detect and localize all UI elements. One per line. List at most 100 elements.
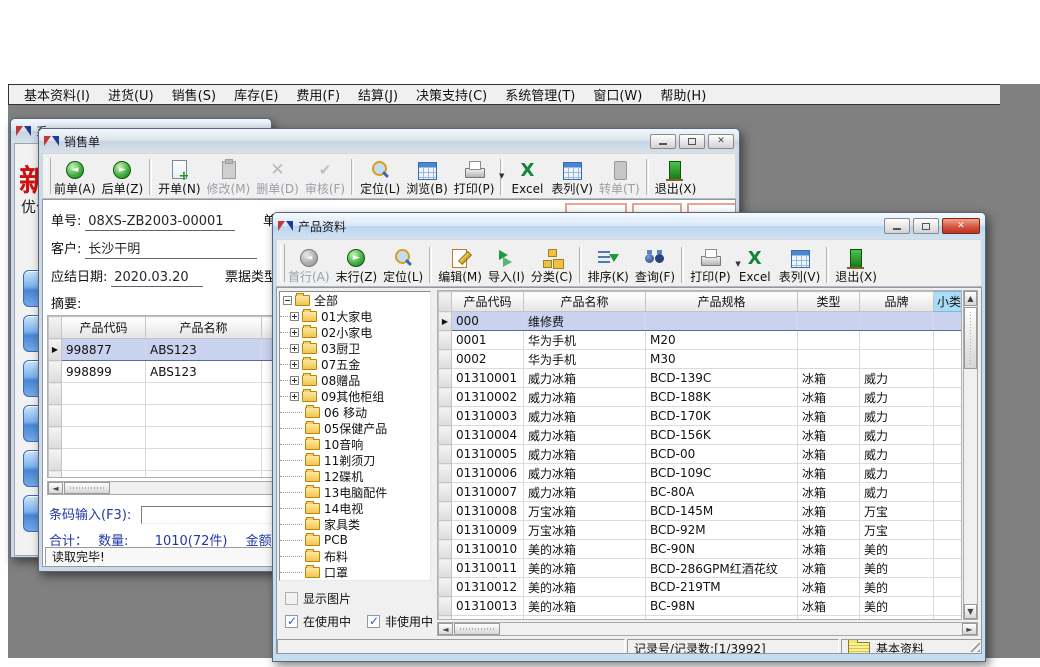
table-row[interactable]: 01310007威力冰箱BC-80A冰箱威力 (439, 483, 962, 502)
table-row[interactable]: 0002华为手机M30 (439, 350, 962, 369)
tree-item[interactable]: 家具类 (280, 516, 430, 532)
menu-item[interactable]: 决策支持(C) (407, 85, 496, 104)
close-button[interactable]: ✕ (708, 134, 734, 149)
tree-item[interactable]: 布料 (280, 548, 430, 564)
menu-item[interactable]: 基本资料(I) (15, 85, 99, 104)
minimize-button[interactable] (884, 218, 910, 234)
order-no-value[interactable]: 08XS-ZB2003-00001 (85, 214, 235, 231)
filter-show-image[interactable]: 显示图片 (285, 590, 351, 607)
tree-item[interactable]: 10音响 (280, 436, 430, 452)
table-row[interactable]: 01310006威力冰箱BCD-109C冰箱威力 (439, 464, 962, 483)
column-header[interactable]: 小类 (934, 292, 962, 312)
column-header[interactable]: 类型 (798, 292, 860, 312)
menu-item[interactable]: 进货(U) (99, 85, 163, 104)
tree-item[interactable]: PCB (280, 532, 430, 548)
checkbox-icon[interactable] (367, 615, 380, 628)
dropdown-arrow-icon[interactable]: ▼ (499, 172, 504, 180)
tree-item[interactable]: 14电视 (280, 500, 430, 516)
new-order-button[interactable]: 开单(N) (155, 158, 203, 197)
product-vertical-scrollbar[interactable]: ▲ ▼ (963, 290, 978, 620)
table-row[interactable]: 01310013美的冰箱BC-98N冰箱美的 (439, 597, 962, 616)
expand-icon[interactable] (290, 360, 299, 369)
tree-item[interactable]: 口罩 (280, 564, 430, 580)
excel-button[interactable]: Excel (734, 246, 776, 285)
classify-button[interactable]: 分类(C) (528, 246, 576, 285)
edit-button[interactable]: 编辑(M) (435, 246, 485, 285)
tree-item[interactable]: 全部 (280, 292, 430, 308)
tree-item[interactable]: 08赠品 (280, 372, 430, 388)
table-row[interactable]: 01310010美的冰箱BC-90N冰箱美的 (439, 540, 962, 559)
column-header[interactable]: 产品规格 (646, 292, 798, 312)
query-button[interactable]: 查询(F) (632, 246, 678, 285)
expand-icon[interactable] (290, 328, 299, 337)
columns-button[interactable]: 表列(V) (776, 246, 824, 285)
tree-item[interactable]: 01大家电 (280, 308, 430, 324)
exit-button[interactable]: 退出(X) (652, 158, 700, 197)
import-button[interactable]: 导入(I) (485, 246, 528, 285)
sort-button[interactable]: 排序(K) (585, 246, 632, 285)
scroll-thumb[interactable] (964, 307, 977, 369)
menu-item[interactable]: 结算(J) (349, 85, 407, 104)
tree-item[interactable]: 13电脑配件 (280, 484, 430, 500)
menu-item[interactable]: 系统管理(T) (496, 85, 584, 104)
column-header[interactable]: 产品代码 (452, 292, 524, 312)
tree-item[interactable]: 06 移动 (280, 404, 430, 420)
browse-button[interactable]: 浏览(B) (403, 158, 451, 197)
excel-button[interactable]: Excel (506, 158, 548, 197)
tree-item[interactable]: 02小家电 (280, 324, 430, 340)
collapse-icon[interactable] (283, 296, 292, 305)
minimize-button[interactable] (650, 134, 676, 149)
prev-order-button[interactable]: 前单(A) (51, 158, 99, 197)
filter-in-use[interactable]: 在使用中 (285, 613, 351, 630)
restore-button[interactable] (679, 134, 705, 149)
tree-item[interactable]: 12碟机 (280, 468, 430, 484)
checkbox-icon[interactable] (285, 615, 298, 628)
last-row-button[interactable]: 末行(Z) (333, 246, 381, 285)
table-row[interactable]: 01310012美的冰箱BCD-219TM冰箱美的 (439, 578, 962, 597)
expand-icon[interactable] (290, 392, 299, 401)
tree-item[interactable]: 05保健产品 (280, 420, 430, 436)
close-button[interactable]: ✕ (942, 218, 980, 234)
scroll-thumb[interactable] (454, 623, 500, 635)
scroll-down-icon[interactable]: ▼ (964, 604, 977, 619)
table-row[interactable]: 01310001威力冰箱BCD-139C冰箱威力 (439, 369, 962, 388)
tree-item[interactable]: 11剃须刀 (280, 452, 430, 468)
column-header[interactable]: 产品名称 (524, 292, 646, 312)
customer-value[interactable]: 长沙干明 (85, 238, 257, 259)
menu-item[interactable]: 库存(E) (225, 85, 287, 104)
tree-item[interactable]: 07五金 (280, 356, 430, 372)
column-header[interactable]: 产品代码 (62, 317, 146, 339)
table-row[interactable]: 01310005威力冰箱BCD-00冰箱威力 (439, 445, 962, 464)
menu-item[interactable]: 帮助(H) (651, 85, 715, 104)
scroll-thumb[interactable] (64, 482, 110, 494)
product-window-titlebar[interactable]: 产品资料 ✕ (273, 213, 985, 239)
due-date-value[interactable]: 2020.03.20 (111, 270, 203, 287)
expand-icon[interactable] (290, 344, 299, 353)
table-row[interactable]: 0001华为手机M20 (439, 331, 962, 350)
print-button[interactable]: 打印(P)▼ (687, 246, 734, 285)
menu-item[interactable]: 费用(F) (287, 85, 349, 104)
table-row[interactable]: 01310009万宝冰箱BCD-92M冰箱万宝 (439, 521, 962, 540)
next-order-button[interactable]: 后单(Z) (99, 158, 147, 197)
table-row[interactable]: ▶000维修费 (439, 312, 962, 331)
table-row[interactable]: 01310014美的冰箱冰箱美的 (439, 616, 962, 621)
maximize-button[interactable] (913, 218, 939, 234)
locate-button[interactable]: 定位(L) (380, 246, 426, 285)
checkbox-icon[interactable] (285, 592, 298, 605)
filter-not-in-use[interactable]: 非使用中 (367, 613, 433, 630)
scroll-up-icon[interactable]: ▲ (964, 291, 977, 306)
column-header[interactable]: 品牌 (860, 292, 934, 312)
sales-window-titlebar[interactable]: 销售单 ✕ (39, 129, 739, 153)
scroll-left-icon[interactable]: ◄ (438, 623, 453, 635)
scroll-left-icon[interactable]: ◄ (48, 482, 63, 494)
columns-button[interactable]: 表列(V) (548, 158, 596, 197)
table-row[interactable]: 01310004威力冰箱BCD-156K冰箱威力 (439, 426, 962, 445)
table-row[interactable]: 01310008万宝冰箱BCD-145M冰箱万宝 (439, 502, 962, 521)
expand-icon[interactable] (290, 312, 299, 321)
exit-button[interactable]: 退出(X) (832, 246, 880, 285)
tree-item[interactable]: 09其他柜组 (280, 388, 430, 404)
table-row[interactable]: 01310003威力冰箱BCD-170K冰箱威力 (439, 407, 962, 426)
scroll-right-icon[interactable]: ► (962, 623, 977, 635)
expand-icon[interactable] (290, 376, 299, 385)
table-row[interactable]: 01310002威力冰箱BCD-188K冰箱威力 (439, 388, 962, 407)
